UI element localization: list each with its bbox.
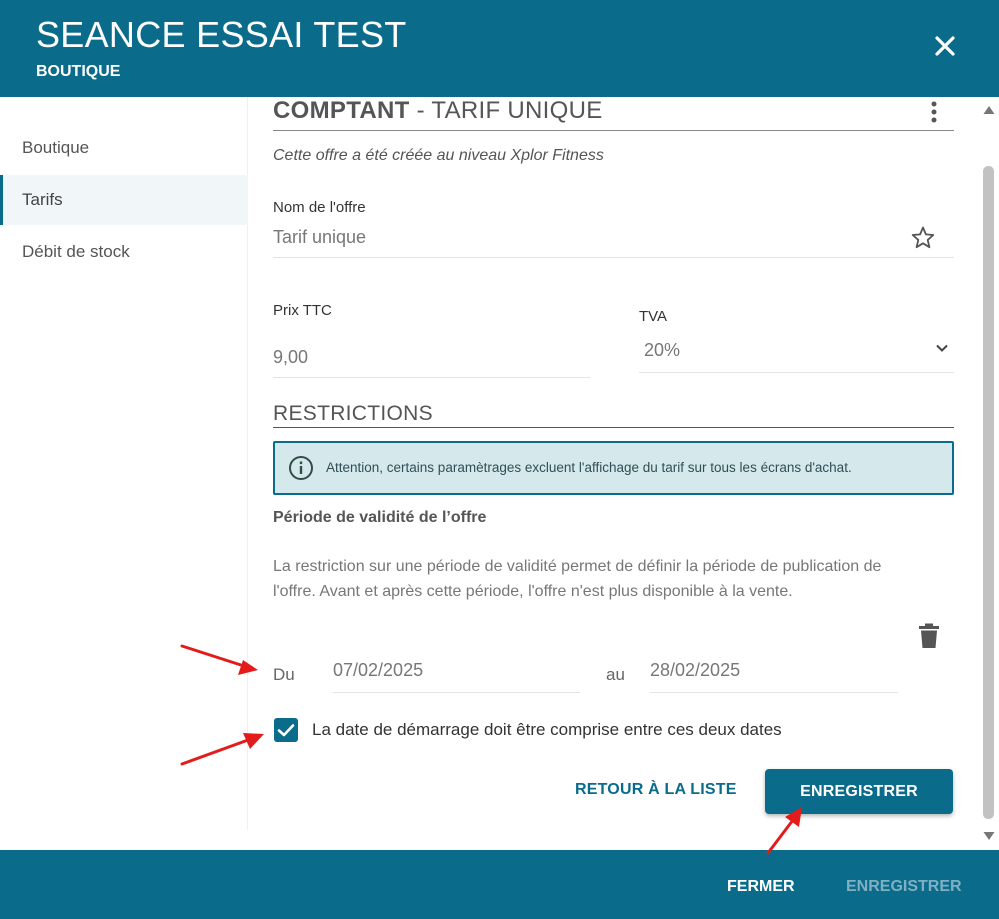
created-note: Cette offre a été créée au niveau Xplor … bbox=[273, 147, 604, 164]
annotation-arrow-icon bbox=[766, 807, 802, 855]
date-to-label: au bbox=[606, 665, 625, 684]
sidebar-item-tarifs[interactable]: Tarifs bbox=[0, 175, 248, 225]
tva-label: TVA bbox=[639, 308, 668, 325]
date-from-label: Du bbox=[273, 665, 295, 684]
restrictions-title: RESTRICTIONS bbox=[273, 402, 433, 425]
dialog-subtitle: BOUTIQUE bbox=[36, 63, 121, 80]
restrictions-divider bbox=[273, 427, 954, 428]
scroll-up-icon[interactable] bbox=[982, 104, 996, 116]
close-icon[interactable] bbox=[930, 31, 960, 61]
info-icon bbox=[289, 456, 313, 480]
offer-name-underline bbox=[273, 257, 954, 258]
offer-title-type: COMPTANT bbox=[273, 97, 410, 124]
dialog-title: SEANCE ESSAI TEST bbox=[36, 14, 407, 55]
dialog-header: SEANCE ESSAI TEST BOUTIQUE bbox=[0, 0, 999, 97]
date-to-input[interactable]: 28/02/2025 bbox=[650, 660, 740, 681]
check-icon bbox=[277, 724, 295, 737]
price-input[interactable]: 9,00 bbox=[273, 347, 308, 368]
validity-period-description: La restriction sur une période de validi… bbox=[273, 558, 882, 600]
chevron-down-icon[interactable] bbox=[935, 341, 949, 355]
annotation-arrow-icon bbox=[180, 733, 264, 766]
date-from-input[interactable]: 07/02/2025 bbox=[333, 660, 423, 681]
sidebar: Boutique Tarifs Débit de stock bbox=[0, 97, 248, 830]
more-vert-icon[interactable] bbox=[924, 99, 944, 125]
scrollbar-thumb[interactable] bbox=[983, 166, 994, 819]
price-underline bbox=[273, 377, 590, 378]
start-date-checkbox-label[interactable]: La date de démarrage doit être comprise … bbox=[312, 720, 782, 740]
offer-name-input[interactable]: Tarif unique bbox=[273, 227, 366, 248]
info-alert: Attention, certains paramètrages excluen… bbox=[273, 441, 954, 495]
offer-name-label: Nom de l'offre bbox=[273, 199, 366, 216]
annotation-arrow-icon bbox=[180, 644, 258, 675]
validity-period-title: Période de validité de l’offre bbox=[273, 509, 487, 526]
offer-title: COMPTANT - TARIF UNIQUE bbox=[273, 97, 603, 125]
main-content: COMPTANT - TARIF UNIQUE Cette offre a ét… bbox=[249, 97, 979, 850]
offer-title-name: - TARIF UNIQUE bbox=[409, 97, 603, 124]
alert-text: Attention, certains paramètrages excluen… bbox=[326, 460, 852, 475]
dialog-footer: FERMER ENREGISTRER bbox=[0, 850, 999, 919]
tva-underline bbox=[639, 372, 954, 373]
sidebar-item-debit-de-stock[interactable]: Débit de stock bbox=[0, 227, 248, 277]
scroll-down-icon[interactable] bbox=[982, 830, 996, 842]
footer-close-button[interactable]: FERMER bbox=[727, 878, 795, 896]
tva-select[interactable]: 20% bbox=[644, 340, 680, 361]
price-label: Prix TTC bbox=[273, 302, 332, 319]
footer-save-button[interactable]: ENREGISTRER bbox=[846, 878, 962, 896]
sidebar-item-boutique[interactable]: Boutique bbox=[0, 123, 248, 173]
start-date-checkbox[interactable] bbox=[274, 718, 298, 742]
trash-icon[interactable] bbox=[917, 623, 941, 649]
back-to-list-button[interactable]: RETOUR À LA LISTE bbox=[575, 781, 737, 799]
title-divider bbox=[273, 130, 954, 131]
date-from-underline bbox=[333, 692, 580, 693]
star-icon[interactable] bbox=[910, 225, 936, 251]
date-to-underline bbox=[650, 692, 898, 693]
